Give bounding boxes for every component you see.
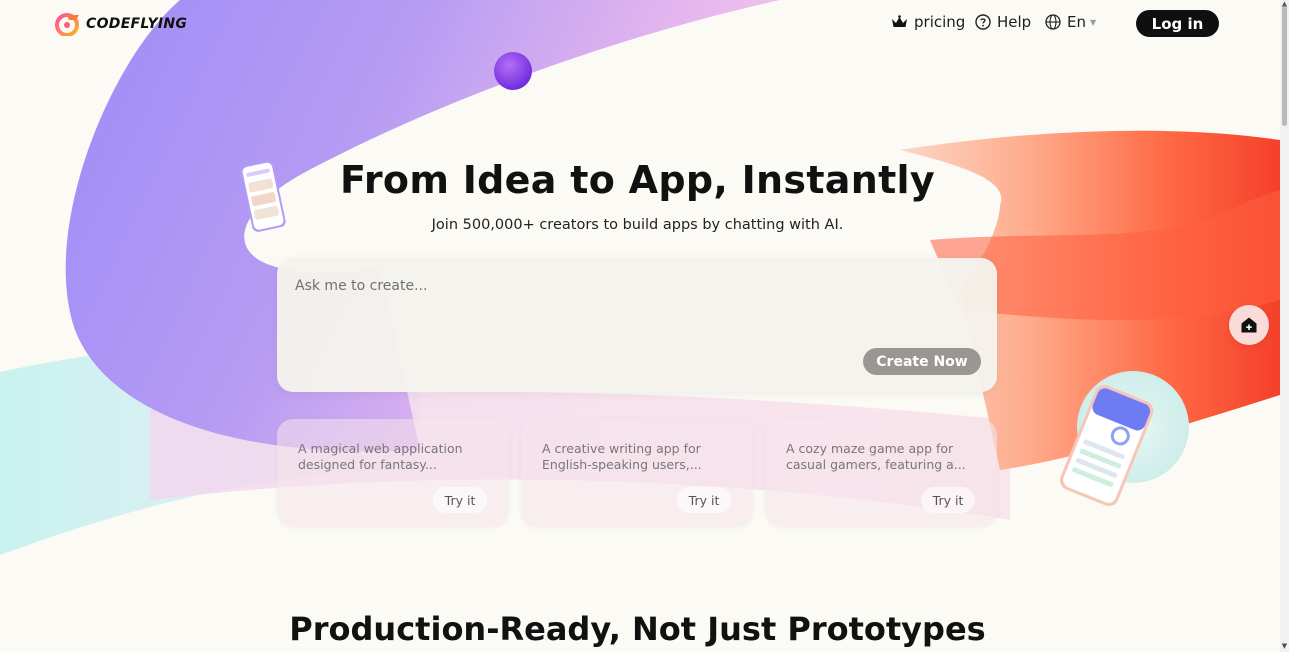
scroll-down-arrow-icon[interactable]: ▼ bbox=[1281, 643, 1288, 650]
chevron-down-icon: ▼ bbox=[1089, 17, 1097, 27]
scrollbar-thumb[interactable] bbox=[1282, 6, 1287, 126]
section-title: Production-Ready, Not Just Prototypes bbox=[289, 610, 986, 648]
example-card[interactable]: A creative writing app for English-speak… bbox=[521, 419, 753, 527]
prompt-composer: Create Now bbox=[277, 258, 997, 392]
codeflying-logo-icon bbox=[55, 13, 79, 36]
try-it-button[interactable]: Try it bbox=[921, 487, 975, 513]
home-plus-icon bbox=[1241, 317, 1257, 333]
example-card-text: A magical web application designed for f… bbox=[298, 441, 463, 472]
language-label: En bbox=[1067, 13, 1086, 31]
floating-home-button[interactable] bbox=[1229, 305, 1269, 345]
try-it-button[interactable]: Try it bbox=[677, 487, 731, 513]
hero-subtitle: Join 500,000+ creators to build apps by … bbox=[431, 217, 844, 233]
phone-mockup-right bbox=[1059, 371, 1189, 507]
nav-help-label: Help bbox=[997, 13, 1032, 31]
example-card-text: A creative writing app for English-speak… bbox=[542, 441, 702, 472]
top-navigation-bar: CODEFLYING pricing Help En ▼ Log in bbox=[0, 0, 1280, 46]
example-card[interactable]: A magical web application designed for f… bbox=[277, 419, 509, 527]
page-scrollbar[interactable]: ▲ ▼ bbox=[1280, 0, 1289, 652]
nav-help-link[interactable]: Help bbox=[975, 13, 1031, 31]
nav-pricing-label: pricing bbox=[914, 13, 966, 31]
crown-icon bbox=[892, 15, 907, 27]
brand-name: CODEFLYING bbox=[86, 16, 188, 32]
nav-pricing-link[interactable]: pricing bbox=[891, 13, 965, 31]
example-card-text: A cozy maze game app for casual gamers, … bbox=[786, 441, 966, 472]
example-card[interactable]: A cozy maze game app for casual gamers, … bbox=[765, 419, 997, 527]
login-button[interactable]: Log in bbox=[1136, 10, 1219, 37]
hero-title: From Idea to App, Instantly bbox=[340, 158, 935, 202]
example-prompts: A magical web application designed for f… bbox=[277, 419, 997, 527]
brand-logo[interactable]: CODEFLYING bbox=[55, 12, 187, 36]
create-now-button[interactable]: Create Now bbox=[863, 348, 981, 375]
try-it-button[interactable]: Try it bbox=[433, 487, 487, 513]
question-circle-icon bbox=[975, 14, 991, 30]
language-selector[interactable]: En ▼ bbox=[1045, 13, 1096, 31]
globe-icon bbox=[1045, 14, 1061, 30]
prompt-input[interactable] bbox=[293, 276, 977, 340]
